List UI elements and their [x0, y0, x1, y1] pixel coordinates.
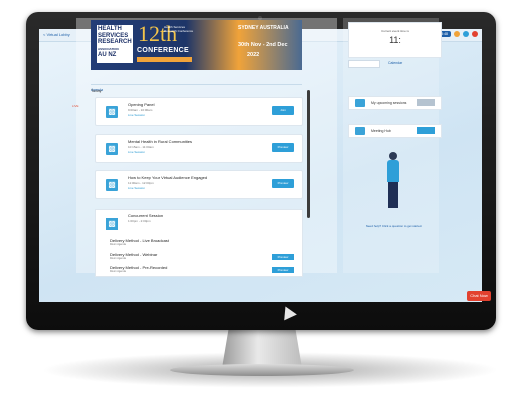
banner-conference: CONFERENCE	[137, 47, 190, 54]
chat-now-button[interactable]: Chat Now	[467, 291, 491, 301]
help-illustration	[382, 152, 404, 212]
event-time-box: Current event time is 11:	[348, 22, 442, 58]
section-heading: Today	[91, 88, 102, 93]
meeting-hub-row[interactable]: Meeting Hub	[348, 124, 442, 138]
org-line: RESEARCH	[98, 39, 132, 45]
presentation-icon: ▩	[106, 143, 118, 155]
session-title: How to Keep Your Virtual Audience Engage…	[128, 175, 208, 180]
people-icon	[355, 127, 365, 135]
row-button[interactable]	[417, 127, 435, 134]
delivery-method-sub: Room Agenda	[110, 243, 126, 246]
banner-city: SYDNEY AUSTRALIA	[238, 25, 289, 31]
session-tag: Live Session	[128, 186, 146, 190]
banner-accent-bar	[137, 57, 192, 62]
row-button[interactable]	[417, 99, 435, 106]
agenda-tabs: Agenda	[91, 78, 302, 92]
agenda-scrollbar[interactable]	[307, 90, 310, 218]
delivery-method-item[interactable]: Delivery Method - Webinar Room Agenda	[110, 252, 157, 260]
event-time-label: Current event time is	[381, 29, 409, 33]
presentation-icon: ▩	[106, 106, 118, 118]
upcoming-sessions-row[interactable]: My upcoming sessions	[348, 96, 442, 110]
banner-dates: 30th Nov - 2nd Dec	[238, 42, 288, 48]
preview-button[interactable]: Preview	[272, 143, 294, 152]
session-time: 1:00pm - 2:00pm	[128, 219, 151, 223]
help-text: Need help? Click a question to get start…	[365, 224, 423, 228]
delivery-method-item[interactable]: Delivery Method - Pre-Recorded Room Agen…	[110, 265, 167, 273]
conference-banner: HEALTH SERVICES RESEARCH ASSOCIATION AU …	[91, 20, 302, 70]
session-time: 10:15am - 11:00am	[128, 145, 154, 149]
avatar[interactable]	[472, 31, 478, 37]
row-label: My upcoming sessions	[371, 101, 407, 105]
org-line: AU NZ	[98, 52, 117, 58]
back-to-lobby-link[interactable]: < Virtual Lobby	[43, 32, 70, 37]
banner-year: 2022	[247, 52, 260, 58]
person-legs	[388, 182, 398, 208]
session-card[interactable]: ▩ How to Keep Your Virtual Audience Enga…	[95, 170, 303, 199]
preview-button[interactable]: Preview	[272, 179, 294, 188]
presentation-icon: ▩	[106, 218, 118, 230]
calendar-link[interactable]: Calendar	[388, 61, 402, 65]
session-title: Concurrent Session	[128, 213, 164, 218]
event-time-value: 11:	[389, 35, 401, 45]
concurrent-session-card: ▩ Concurrent Session 1:00pm - 2:00pm Del…	[95, 209, 303, 277]
person-body	[387, 160, 399, 182]
monitor-stand-neck	[222, 330, 302, 368]
session-card[interactable]: ▩ Mental Health in Rural Communities 10:…	[95, 134, 303, 163]
banner-subtitle: Health Services Research Conference	[164, 25, 194, 33]
session-time: 9:00am - 10:00am	[128, 108, 153, 112]
settings-icon[interactable]	[463, 31, 469, 37]
join-button[interactable]: Join	[272, 106, 294, 115]
session-time: 11:00am - 12:00pm	[128, 181, 154, 185]
person-head	[389, 152, 397, 160]
association-logo: HEALTH SERVICES RESEARCH ASSOCIATION AU …	[97, 25, 133, 63]
preview-button[interactable]: Preview	[272, 267, 294, 273]
calendar-icon	[355, 99, 365, 107]
notification-icon[interactable]	[454, 31, 460, 37]
timezone-select[interactable]	[348, 60, 380, 68]
presentation-icon: ▩	[106, 179, 118, 191]
row-label: Meeting Hub	[371, 129, 391, 133]
session-card[interactable]: ▩ Opening Panel 9:00am - 10:00am Live Se…	[95, 97, 303, 126]
delivery-method-sub: Room Agenda	[110, 270, 126, 273]
session-title: Opening Panel	[128, 102, 155, 107]
session-title: Mental Health in Rural Communities	[128, 139, 193, 144]
preview-button[interactable]: Preview	[272, 254, 294, 260]
session-tag: Live Session	[128, 113, 146, 117]
session-tag: Live Session	[128, 150, 146, 154]
delivery-method-item[interactable]: Delivery Method - Live Broadcast Room Ag…	[110, 238, 169, 246]
monitor-stand-base	[170, 364, 354, 376]
delivery-method-sub: Room Agenda	[110, 257, 126, 260]
live-indicator: LIVE	[72, 104, 79, 108]
